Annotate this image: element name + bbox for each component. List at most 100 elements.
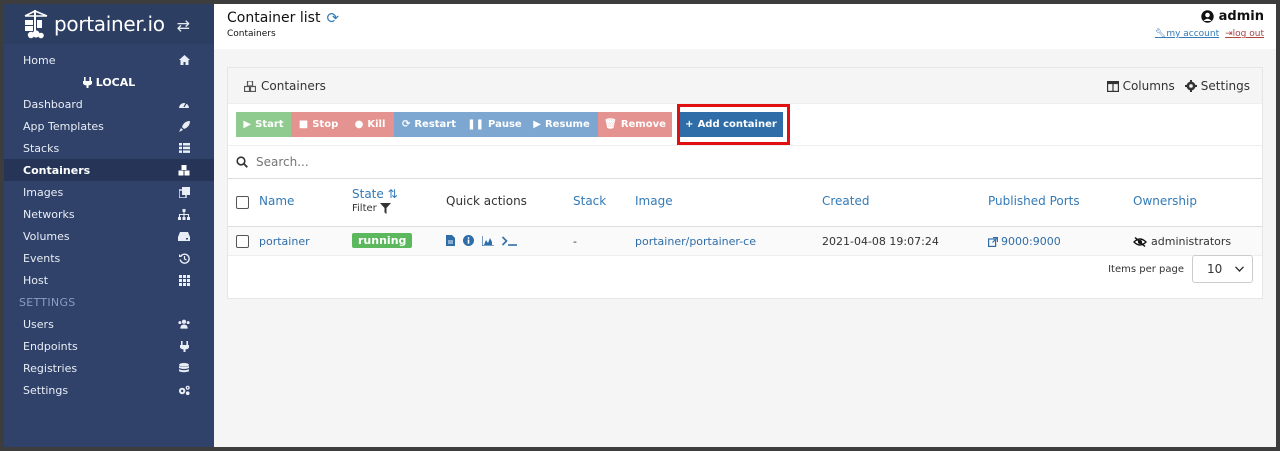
sidebar-item-containers[interactable]: Containers xyxy=(4,159,214,181)
info-icon[interactable] xyxy=(463,235,474,246)
sidebar-item-label: Users xyxy=(23,317,54,331)
remove-button[interactable]: 🗑︎ Remove xyxy=(598,112,672,137)
sidebar-item-users[interactable]: Users xyxy=(4,313,214,335)
column-created[interactable]: Created xyxy=(822,194,870,208)
page-title-text: Container list xyxy=(227,10,321,26)
table-row: portainer running - portainer/portainer-… xyxy=(228,227,1262,256)
kill-button[interactable]: ● Kill xyxy=(346,112,394,137)
settings-button[interactable]: Settings xyxy=(1184,79,1250,93)
restart-button[interactable]: ⟳ Restart xyxy=(394,112,464,137)
sidebar-item-events[interactable]: Events xyxy=(4,247,214,269)
sidebar-heading-settings: SETTINGS xyxy=(19,295,76,309)
row-image-link[interactable]: portainer/portainer-ce xyxy=(635,235,756,248)
history-icon xyxy=(178,252,190,264)
row-created: 2021-04-08 19:07:24 xyxy=(822,235,939,248)
panel-header: Containers Columns Settings xyxy=(228,68,1262,104)
search-icon xyxy=(236,156,248,168)
console-icon[interactable] xyxy=(502,235,518,246)
column-published-ports[interactable]: Published Ports xyxy=(988,194,1080,208)
brand-name: portainer.io xyxy=(54,12,165,36)
sidebar-item-app-templates[interactable]: App Templates xyxy=(4,115,214,137)
sidebar-item-label: Dashboard xyxy=(23,97,83,111)
state-filter[interactable]: Filter xyxy=(352,203,398,214)
sidebar-item-label: Settings xyxy=(23,383,69,397)
stop-button[interactable]: ■ Stop xyxy=(291,112,346,137)
column-stack[interactable]: Stack xyxy=(573,194,606,208)
sidebar-item-label: Endpoints xyxy=(23,339,78,353)
my-account-label: my account xyxy=(1166,29,1220,39)
panel-title: Containers xyxy=(244,79,326,93)
endpoint-label: LOCAL xyxy=(95,75,136,89)
column-ownership[interactable]: Ownership xyxy=(1133,194,1197,208)
portainer-logo-icon xyxy=(24,10,48,39)
sidebar-item-networks[interactable]: Networks xyxy=(4,203,214,225)
clone-icon xyxy=(178,186,190,198)
action-toolbar: ▶ Start ■ Stop ● Kill ⟳ Restart ❚❚ Pause ▶ Res… xyxy=(228,104,1262,146)
row-stack: - xyxy=(573,235,577,248)
search-input[interactable] xyxy=(256,155,656,169)
table-header: Name State ⇅ Filter Quick actions Stack … xyxy=(228,179,1262,227)
sidebar-toggle-icon[interactable]: ⇄ xyxy=(177,16,190,35)
items-per-page-select[interactable]: 10 xyxy=(1192,255,1253,283)
my-account-link[interactable]: 🔧︎my account xyxy=(1155,29,1219,39)
sidebar-item-registries[interactable]: Registries xyxy=(4,357,214,379)
log-out-link[interactable]: ⇥log out xyxy=(1225,29,1264,39)
column-image[interactable]: Image xyxy=(635,194,673,208)
remove-label: Remove xyxy=(620,119,666,130)
row-port-link[interactable]: 9000:9000 xyxy=(988,235,1061,248)
column-state[interactable]: State ⇅ Filter xyxy=(352,187,398,214)
columns-button[interactable]: Columns xyxy=(1106,79,1175,93)
sidebar-item-settings[interactable]: Settings xyxy=(4,379,214,401)
pagination-controls: Items per page 10 xyxy=(1108,255,1253,283)
sidebar-item-label: Host xyxy=(23,273,49,287)
chevron-down-icon xyxy=(1235,266,1244,272)
logs-icon[interactable] xyxy=(446,235,455,246)
row-checkbox[interactable] xyxy=(236,235,249,248)
start-button[interactable]: ▶ Start xyxy=(236,112,291,137)
sidebar-item-host[interactable]: Host xyxy=(4,269,214,291)
sidebar-item-label: Events xyxy=(23,251,61,265)
sidebar-item-endpoints[interactable]: Endpoints xyxy=(4,335,214,357)
stop-icon: ■ xyxy=(298,119,309,130)
topbar: Container list ⟳ Containers admin 🔧︎my a… xyxy=(214,4,1276,49)
window-frame: portainer.io ⇄ Home LOCAL Dashboard App … xyxy=(0,0,1280,451)
column-name[interactable]: Name xyxy=(259,194,294,208)
refresh-icon[interactable]: ⟳ xyxy=(326,9,339,27)
sidebar-item-label: Stacks xyxy=(23,141,60,155)
sidebar-item-images[interactable]: Images xyxy=(4,181,214,203)
kill-label: Kill xyxy=(367,119,386,130)
sidebar-item-dashboard[interactable]: Dashboard xyxy=(4,93,214,115)
pause-button[interactable]: ❚❚ Pause xyxy=(464,112,525,137)
select-all-checkbox[interactable] xyxy=(236,196,249,209)
sidebar-item-home[interactable]: Home xyxy=(4,49,214,71)
log-out-label: log out xyxy=(1232,29,1264,39)
items-per-page-label: Items per page xyxy=(1108,263,1184,275)
resume-button[interactable]: ▶ Resume xyxy=(525,112,598,137)
pause-label: Pause xyxy=(488,119,522,130)
brand[interactable]: portainer.io ⇄ xyxy=(4,4,214,44)
column-state-label: State ⇅ xyxy=(352,187,398,201)
filter-label: Filter xyxy=(352,203,377,214)
sidebar-item-stacks[interactable]: Stacks xyxy=(4,137,214,159)
sidebar-item-label: Registries xyxy=(23,361,78,375)
row-ownership: administrators xyxy=(1133,235,1231,248)
page-title: Container list ⟳ xyxy=(227,9,339,27)
restart-label: Restart xyxy=(414,119,457,130)
bomb-icon: ● xyxy=(354,119,364,130)
sitemap-icon xyxy=(178,208,190,220)
grid-icon xyxy=(178,274,190,286)
pause-icon: ❚❚ xyxy=(467,119,485,130)
hdd-icon xyxy=(178,230,190,242)
sidebar-item-volumes[interactable]: Volumes xyxy=(4,225,214,247)
sidebar-item-label: Images xyxy=(23,185,64,199)
container-name-link[interactable]: portainer xyxy=(259,235,310,248)
plug-icon xyxy=(82,76,92,88)
stop-label: Stop xyxy=(312,119,339,130)
home-icon xyxy=(178,54,190,66)
main-content: Container list ⟳ Containers admin 🔧︎my a… xyxy=(214,4,1276,447)
panel-title-text: Containers xyxy=(261,79,326,93)
sidebar-item-label: Networks xyxy=(23,207,75,221)
sidebar: portainer.io ⇄ Home LOCAL Dashboard App … xyxy=(4,4,214,447)
sign-out-icon: ⇥ xyxy=(1225,29,1233,39)
stats-icon[interactable] xyxy=(482,235,494,246)
